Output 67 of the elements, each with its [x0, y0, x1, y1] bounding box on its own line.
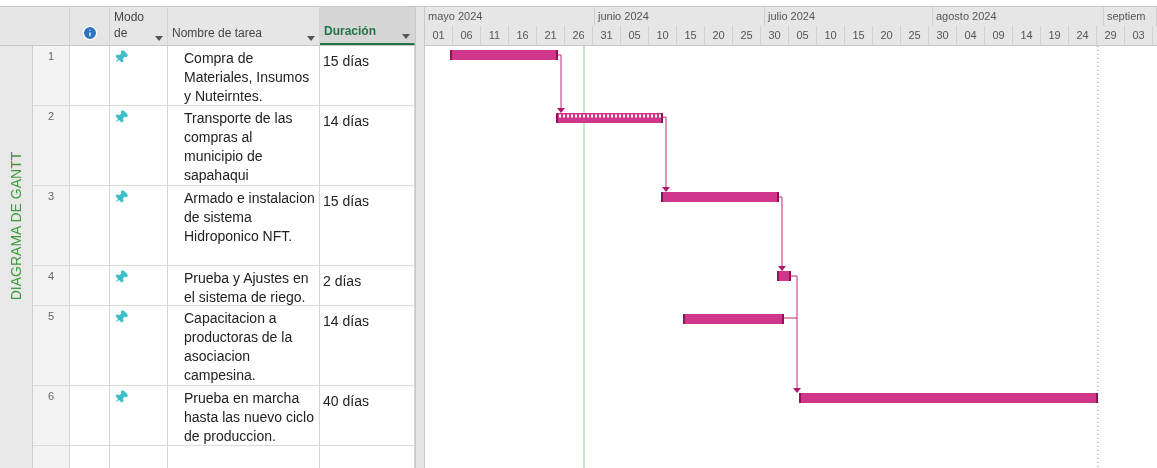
- month-label: mayo 2024: [425, 7, 595, 26]
- month-label: agosto 2024: [933, 7, 1104, 26]
- day-label: 16: [509, 26, 537, 45]
- task-row[interactable]: 4 Prueba y Ajustes en el sistema de riego. 2 días: [33, 266, 415, 306]
- day-label: 25: [901, 26, 929, 45]
- task-duration: 14 días: [323, 313, 369, 329]
- month-label: junio 2024: [595, 7, 765, 26]
- view-label: DIAGRAMA DE GANTT: [6, 151, 25, 301]
- day-label: 26: [565, 26, 593, 45]
- task-duration: 2 días: [323, 273, 362, 289]
- day-label: 09: [985, 26, 1013, 45]
- info-icon: [81, 25, 98, 41]
- column-header[interactable]: Duración: [320, 7, 415, 45]
- task-name: Capacitacion a productoras de la asociacion campesina.: [184, 309, 294, 385]
- dropdown-caret-icon[interactable]: [307, 36, 315, 41]
- day-label: 01: [425, 26, 453, 45]
- task-name: Prueba en marcha hasta las nuevo ciclo de produccion.: [184, 389, 315, 446]
- day-label: 03: [1125, 26, 1153, 45]
- row-header[interactable]: 1: [33, 46, 70, 105]
- column-label: Modo de: [114, 9, 142, 41]
- task-duration: 40 días: [323, 393, 369, 409]
- day-label: 14: [1013, 26, 1041, 45]
- column-label: Duración: [324, 23, 376, 39]
- day-label: 11: [481, 26, 509, 45]
- month-label: septiem: [1104, 7, 1157, 26]
- row-header[interactable]: 2: [33, 106, 70, 185]
- row-header[interactable]: 4: [33, 266, 70, 305]
- day-label: 30: [929, 26, 957, 45]
- task-row[interactable]: 6 Prueba en marcha hasta las nuevo ciclo de produccion. 40 días: [33, 386, 415, 446]
- day-label: 10: [649, 26, 677, 45]
- task-duration: 15 días: [323, 53, 369, 69]
- task-name: Compra de Materiales, Insumos y Nuteirntes.: [184, 49, 311, 106]
- day-label: 19: [1041, 26, 1069, 45]
- task-row[interactable]: 5 Capacitacion a productoras de la asociacion campesina. 14 días: [33, 306, 415, 386]
- row-header[interactable]: 6: [33, 386, 70, 445]
- dependency-arrow: [557, 54, 565, 113]
- day-label: 10: [817, 26, 845, 45]
- day-label: 15: [845, 26, 873, 45]
- day-label: 21: [537, 26, 565, 45]
- column-header[interactable]: Modo de: [110, 7, 168, 45]
- task-row[interactable]: 3 Armado e instalacion de sistema Hidroponico NFT. 15 días: [33, 186, 415, 266]
- day-label: 05: [621, 26, 649, 45]
- task-name: Prueba y Ajustes en el sistema de riego.: [184, 269, 310, 307]
- day-label: 25: [733, 26, 761, 45]
- task-bar[interactable]: [556, 113, 663, 123]
- task-name: Transporte de las compras al municipio de sapahaqui: [184, 109, 294, 185]
- day-label: 29: [1097, 26, 1125, 45]
- row-header[interactable]: 5: [33, 306, 70, 385]
- row-header[interactable]: 3: [33, 186, 70, 265]
- day-label: 31: [593, 26, 621, 45]
- task-name: Armado e instalacion de sistema Hidroponico NFT.: [184, 189, 315, 246]
- task-duration: 15 días: [323, 193, 369, 209]
- day-label: 30: [761, 26, 789, 45]
- day-label: 24: [1069, 26, 1097, 45]
- day-label: 04: [957, 26, 985, 45]
- day-label: 06: [453, 26, 481, 45]
- day-label: 15: [677, 26, 705, 45]
- column-label: Nombre de tarea: [172, 25, 263, 41]
- day-label: 05: [789, 26, 817, 45]
- task-row[interactable]: 2 Transporte de las compras al municipio de sapahaqui 14 días: [33, 106, 415, 186]
- task-row[interactable]: 1 Compra de Materiales, Insumos y Nuteirntes. 15 días: [33, 46, 415, 106]
- day-label: 20: [705, 26, 733, 45]
- day-label: 20: [873, 26, 901, 45]
- month-label: julio 2024: [765, 7, 933, 26]
- dropdown-caret-icon[interactable]: [402, 34, 410, 39]
- dropdown-caret-icon[interactable]: [155, 36, 163, 41]
- task-duration: 14 días: [323, 113, 369, 129]
